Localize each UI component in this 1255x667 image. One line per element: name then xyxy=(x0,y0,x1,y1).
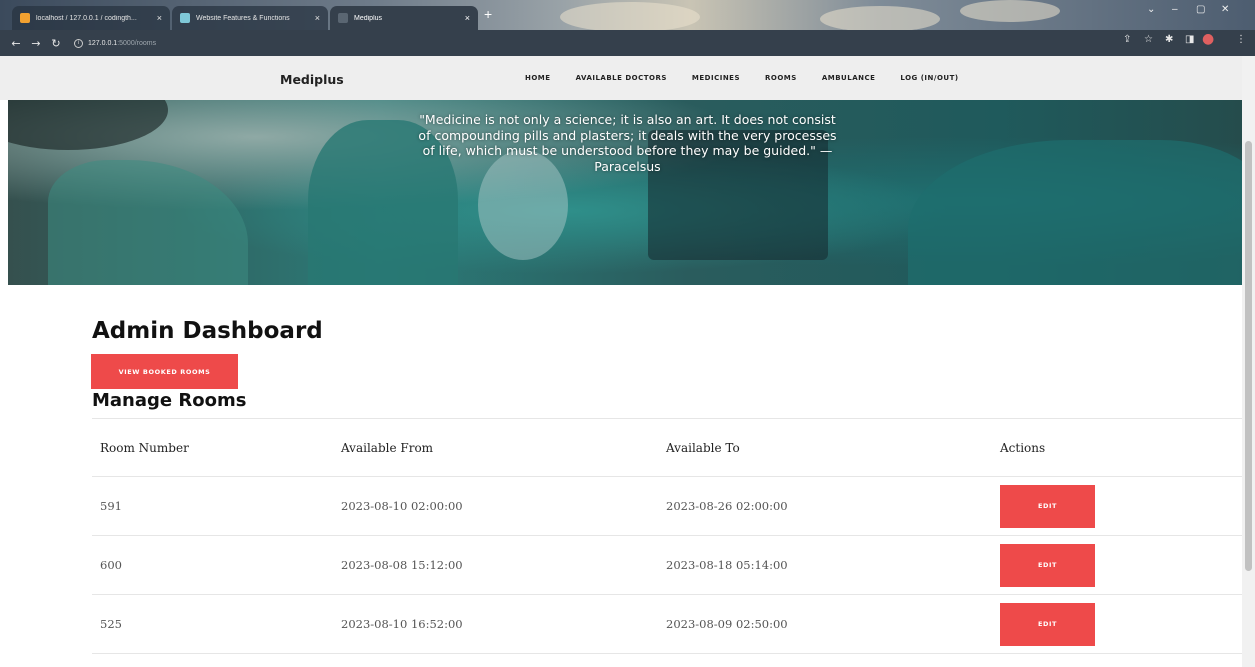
forward-icon[interactable]: → xyxy=(26,37,46,50)
nav-item-ambulance[interactable]: AMBULANCE xyxy=(822,74,876,82)
browser-tab[interactable]: localhost / 127.0.0.1 / codingth... × xyxy=(12,6,170,30)
reload-icon[interactable]: ↻ xyxy=(46,37,66,50)
rooms-table: Room Number Available From Available To … xyxy=(92,418,1242,654)
surgeon-shape xyxy=(48,160,248,285)
hero-quote: "Medicine is not only a science; it is a… xyxy=(0,112,1255,174)
nav-menu: HOME AVAILABLE DOCTORS MEDICINES ROOMS A… xyxy=(525,74,984,82)
background-cloud xyxy=(560,2,700,30)
tab-title: localhost / 127.0.0.1 / codingth... xyxy=(36,14,137,22)
edit-button[interactable]: EDIT xyxy=(1000,543,1095,587)
browser-tab-active[interactable]: Mediplus × xyxy=(330,6,478,30)
table-row: 600 2023-08-08 15:12:00 2023-08-18 05:14… xyxy=(92,536,1242,595)
nav-item-rooms[interactable]: ROOMS xyxy=(765,74,797,82)
url-path: :5000/rooms xyxy=(117,39,157,47)
actions-cell: EDIT xyxy=(1000,477,1095,535)
browser-tab-bar: localhost / 127.0.0.1 / codingth... × We… xyxy=(0,0,1255,30)
restore-icon[interactable]: ▢ xyxy=(1196,4,1205,15)
available-from: 2023-08-08 15:12:00 xyxy=(341,558,463,572)
extensions-icon[interactable]: ✱ xyxy=(1165,34,1173,45)
view-booked-rooms-button[interactable]: VIEW BOOKED ROOMS xyxy=(91,354,238,389)
page-scrollbar[interactable] xyxy=(1242,56,1255,667)
url-host: 127.0.0.1 xyxy=(88,39,118,47)
quote-line: of life, which must be understood before… xyxy=(422,143,833,158)
browser-address-bar: ← → ↻ i 127.0.0.1:5000/rooms xyxy=(0,30,1255,56)
browser-tab[interactable]: Website Features & Functions × xyxy=(172,6,328,30)
minimize-icon[interactable]: – xyxy=(1172,4,1178,15)
tab-title: Website Features & Functions xyxy=(196,14,290,22)
tab-close-icon[interactable]: × xyxy=(157,13,162,23)
close-window-icon[interactable]: ✕ xyxy=(1221,4,1229,15)
available-to: 2023-08-26 02:00:00 xyxy=(666,499,788,513)
nav-item-login[interactable]: LOG (IN/OUT) xyxy=(900,74,958,82)
page: "Medicine is not only a science; it is a… xyxy=(0,56,1255,667)
tab-close-icon[interactable]: × xyxy=(315,13,320,23)
back-icon[interactable]: ← xyxy=(6,37,26,50)
column-header-room-number: Room Number xyxy=(100,440,189,455)
actions-cell: EDIT xyxy=(1000,536,1095,594)
scrollbar-thumb[interactable] xyxy=(1245,141,1252,571)
room-number: 591 xyxy=(100,499,122,513)
actions-cell: EDIT xyxy=(1000,595,1095,653)
nav-item-medicines[interactable]: MEDICINES xyxy=(692,74,740,82)
quote-line: "Medicine is not only a science; it is a… xyxy=(419,112,836,127)
site-info-icon[interactable]: i xyxy=(74,38,83,48)
bookmark-star-icon[interactable]: ☆ xyxy=(1144,34,1153,45)
site-favicon-icon xyxy=(338,13,348,23)
tab-title: Mediplus xyxy=(354,14,383,22)
background-cloud xyxy=(960,0,1060,22)
table-row: 525 2023-08-10 16:52:00 2023-08-09 02:50… xyxy=(92,595,1242,654)
nav-item-available-doctors[interactable]: AVAILABLE DOCTORS xyxy=(576,74,667,82)
room-number: 525 xyxy=(100,617,122,631)
table-row: 591 2023-08-10 02:00:00 2023-08-26 02:00… xyxy=(92,477,1242,536)
tab-close-icon[interactable]: × xyxy=(465,13,470,23)
available-from: 2023-08-10 16:52:00 xyxy=(341,617,463,631)
edit-button[interactable]: EDIT xyxy=(1000,602,1095,646)
profile-avatar-icon[interactable]: ● xyxy=(1202,31,1214,47)
edit-button[interactable]: EDIT xyxy=(1000,484,1095,528)
column-header-available-to: Available To xyxy=(666,440,740,455)
available-to: 2023-08-09 02:50:00 xyxy=(666,617,788,631)
site-logo[interactable]: Mediplus xyxy=(280,72,344,87)
nav-item-home[interactable]: HOME xyxy=(525,74,551,82)
available-from: 2023-08-10 02:00:00 xyxy=(341,499,463,513)
url-field[interactable]: i 127.0.0.1:5000/rooms xyxy=(74,38,157,48)
quote-line: Paracelsus xyxy=(594,158,661,174)
browser-menu-icon[interactable]: ⋮ xyxy=(1236,34,1246,45)
column-header-actions: Actions xyxy=(1000,440,1046,455)
tab-search-chevron-icon[interactable]: ⌄ xyxy=(1147,4,1155,15)
room-number: 600 xyxy=(100,558,122,572)
share-icon[interactable]: ⇪ xyxy=(1123,34,1131,45)
site-navbar: Mediplus HOME AVAILABLE DOCTORS MEDICINE… xyxy=(0,56,1242,100)
site-favicon-icon xyxy=(180,13,190,23)
table-header-row: Room Number Available From Available To … xyxy=(92,419,1242,477)
column-header-available-from: Available From xyxy=(341,440,434,455)
background-cloud xyxy=(820,6,940,30)
phpmyadmin-favicon-icon xyxy=(20,13,30,23)
available-to: 2023-08-18 05:14:00 xyxy=(666,558,788,572)
quote-line: of compounding pills and plasters; it de… xyxy=(418,127,837,143)
new-tab-button[interactable]: + xyxy=(484,6,492,22)
section-title: Manage Rooms xyxy=(92,390,247,411)
page-title: Admin Dashboard xyxy=(92,318,323,344)
side-panel-icon[interactable]: ◨ xyxy=(1185,34,1194,45)
